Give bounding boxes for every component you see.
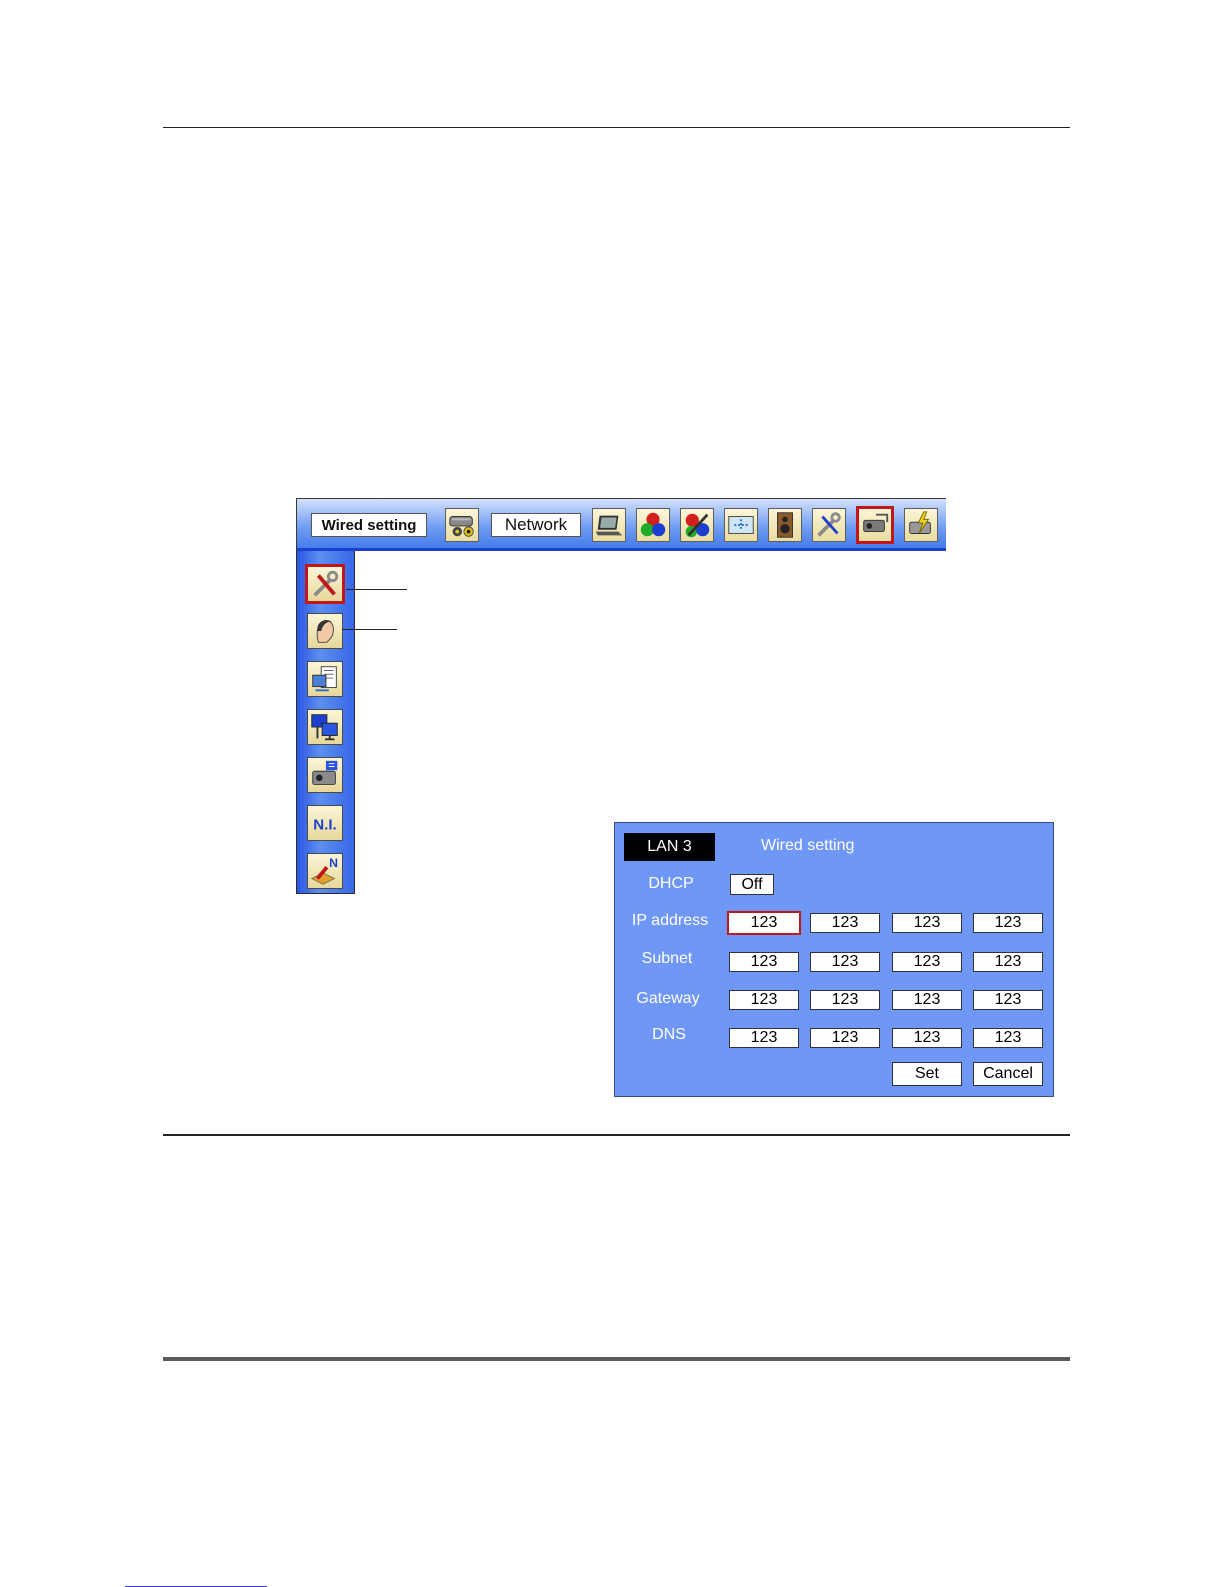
top-rule <box>163 127 1070 128</box>
gateway-label: Gateway <box>636 990 700 1007</box>
dns-field-1[interactable]: 123 <box>729 1028 799 1048</box>
network-user-icon[interactable] <box>307 613 343 649</box>
subnet-label: Subnet <box>641 950 693 967</box>
gateway-field-3[interactable]: 123 <box>892 990 962 1010</box>
projector-network-icon[interactable] <box>856 506 894 544</box>
bottom-rule <box>163 1357 1070 1361</box>
subnet-field-1[interactable]: 123 <box>729 952 799 972</box>
ni-icon[interactable]: N.I. <box>307 805 343 841</box>
network-factory-default-icon[interactable]: N <box>307 853 343 889</box>
network-label: Network <box>491 513 581 537</box>
callout-line-1 <box>346 589 407 590</box>
middle-rule <box>163 1134 1070 1136</box>
setting-tools-icon[interactable] <box>812 508 846 542</box>
lan-monitor-icon[interactable] <box>307 709 343 745</box>
laptop-icon[interactable] <box>592 508 626 542</box>
dhcp-label: DHCP <box>648 875 694 892</box>
ip-address-field-1[interactable]: 123 <box>727 911 801 935</box>
wired-setting-label: Wired setting <box>311 513 427 537</box>
set-button[interactable]: Set <box>892 1062 962 1086</box>
ip-address-field-4[interactable]: 123 <box>973 913 1043 933</box>
ni-icon-text: N.I. <box>313 817 337 834</box>
dns-field-2[interactable]: 123 <box>810 1028 880 1048</box>
cancel-button[interactable]: Cancel <box>973 1062 1043 1086</box>
callout-line-2 <box>342 629 397 630</box>
screen-icon[interactable] <box>724 508 758 542</box>
dhcp-field[interactable]: Off <box>730 874 774 895</box>
dialog-title: Wired setting <box>761 837 855 854</box>
network-camera-icon[interactable] <box>445 508 479 542</box>
subnet-field-2[interactable]: 123 <box>810 952 880 972</box>
dns-label: DNS <box>652 1026 686 1043</box>
subnet-field-4[interactable]: 123 <box>973 952 1043 972</box>
projector-power-icon[interactable] <box>904 508 938 542</box>
ip-address-label: IP address <box>631 912 709 929</box>
color-adjust-icon[interactable] <box>680 508 714 542</box>
lan-badge: LAN 3 <box>624 833 715 861</box>
dns-field-3[interactable]: 123 <box>892 1028 962 1048</box>
n-icon-text: N <box>329 856 338 870</box>
network-info-icon[interactable] <box>307 661 343 697</box>
ip-address-field-2[interactable]: 123 <box>810 913 880 933</box>
gateway-field-1[interactable]: 123 <box>729 990 799 1010</box>
speaker-icon[interactable] <box>768 508 802 542</box>
wired-setting-icon[interactable] <box>305 564 345 604</box>
ip-address-field-3[interactable]: 123 <box>892 913 962 933</box>
menu-bar: Wired setting Network <box>296 498 946 551</box>
wired-setting-dialog: LAN 3 Wired setting DHCP Off IP address … <box>614 822 1054 1097</box>
menu-bar-underline <box>297 548 946 551</box>
gateway-field-2[interactable]: 123 <box>810 990 880 1010</box>
dns-field-4[interactable]: 123 <box>973 1028 1043 1048</box>
subnet-field-3[interactable]: 123 <box>892 952 962 972</box>
projector-ip-icon[interactable] <box>307 757 343 793</box>
color-balls-icon[interactable] <box>636 508 670 542</box>
sub-menu-sidebar: N.I. N <box>296 551 355 894</box>
gateway-field-4[interactable]: 123 <box>973 990 1043 1010</box>
